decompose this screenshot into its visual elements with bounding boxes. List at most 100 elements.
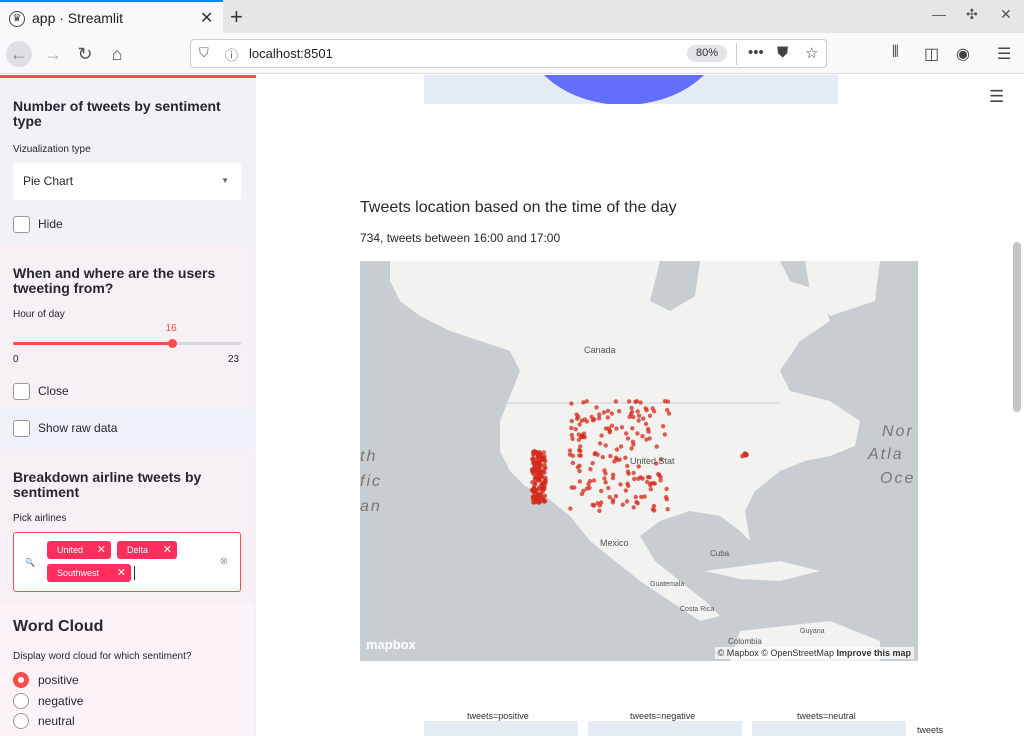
hamburger-menu-icon[interactable]: ☰ — [989, 87, 1004, 107]
legend-title: tweets — [917, 725, 944, 735]
tweet-point — [591, 478, 597, 483]
map-label-guyana: Guyana — [800, 628, 825, 635]
tweet-point — [540, 496, 545, 502]
minimize-icon[interactable]: — — [932, 6, 946, 22]
tweet-point — [573, 427, 578, 432]
library-icon[interactable]: ⫴ — [892, 44, 899, 62]
hour-slider-value: 16 — [165, 323, 177, 334]
attribution-text[interactable]: © Mapbox © OpenStreetMap — [718, 648, 834, 658]
tweet-point — [643, 421, 649, 427]
hide-label: Hide — [38, 217, 63, 231]
tweet-point — [647, 475, 652, 480]
remove-chip-icon[interactable]: ✕ — [163, 541, 172, 559]
sentiment-heading: Number of tweets by sentiment type — [13, 98, 221, 129]
facet-panel-negative — [588, 721, 742, 736]
facet-title-negative: tweets=negative — [630, 711, 696, 721]
facet-title-neutral: tweets=neutral — [797, 711, 856, 721]
navigation-bar: ← → ↻ ⌂ ⛉ ⓘ localhost:8501 80% ••• ⛊ ☆ ⫴… — [0, 33, 1024, 74]
chip-delta[interactable]: Delta ✕ — [117, 541, 177, 559]
zoom-badge[interactable]: 80% — [687, 45, 727, 62]
info-icon[interactable]: ⓘ — [225, 45, 238, 64]
tweet-point — [651, 503, 657, 509]
hide-checkbox[interactable] — [13, 216, 30, 233]
raw-data-checkbox[interactable] — [13, 420, 30, 437]
airline-multiselect[interactable]: 🔍 United ✕ Delta ✕ Southwest ✕ ⊗ — [13, 532, 241, 592]
main-scrollbar[interactable] — [1013, 242, 1021, 412]
improve-map-link[interactable]: Improve this map — [836, 648, 911, 658]
tweet-point — [620, 502, 625, 507]
menu-icon[interactable]: ☰ — [997, 44, 1011, 64]
radio-negative[interactable] — [13, 693, 29, 709]
tweet-point — [616, 409, 622, 414]
hour-slider-thumb[interactable] — [167, 339, 177, 348]
tweet-point — [641, 416, 646, 421]
tweet-point — [658, 478, 663, 483]
clear-all-icon[interactable]: ⊗ — [220, 556, 228, 567]
tweet-point — [660, 424, 666, 429]
tweet-point — [590, 502, 595, 508]
tweet-map[interactable]: Canada Mexico Cuba Guatemala Costa Rica … — [360, 261, 918, 661]
sidebar: Number of tweets by sentiment type Vizua… — [0, 75, 256, 736]
tweet-point — [648, 487, 653, 492]
account-icon[interactable]: ◉ — [956, 44, 970, 64]
restore-icon[interactable]: ✣ — [966, 6, 978, 23]
bookmark-star-icon[interactable]: ☆ — [805, 44, 818, 62]
chip-united[interactable]: United ✕ — [47, 541, 111, 559]
remove-chip-icon[interactable]: ✕ — [97, 541, 106, 559]
tweet-point — [595, 501, 600, 506]
tweet-point — [572, 485, 577, 490]
reload-button[interactable]: ↻ — [72, 41, 98, 67]
tweet-point — [569, 401, 574, 406]
map-label-pacific-2: fic — [360, 473, 382, 490]
forward-button[interactable]: → — [40, 41, 66, 67]
radio-positive[interactable] — [13, 672, 29, 688]
viz-type-select[interactable]: Pie Chart ▼ — [13, 163, 241, 200]
map-canvas: Canada Mexico Cuba Guatemala Costa Rica … — [360, 261, 913, 661]
remove-chip-icon[interactable]: ✕ — [117, 564, 126, 582]
tweet-point — [634, 399, 640, 404]
url-text[interactable]: localhost:8501 — [249, 46, 333, 61]
radio-neutral[interactable] — [13, 713, 29, 729]
pocket-icon[interactable]: ⛊ — [777, 44, 788, 61]
tweet-point — [656, 472, 661, 477]
sidebar-toggle-icon[interactable]: ◫ — [924, 44, 939, 64]
caribbean-islands — [705, 561, 820, 581]
close-checkbox[interactable] — [13, 383, 30, 400]
chip-southwest[interactable]: Southwest ✕ — [47, 564, 131, 582]
shield-icon[interactable]: ⛉ — [199, 45, 209, 61]
tweet-point — [588, 467, 593, 472]
wordcloud-question: Display word cloud for which sentiment? — [13, 651, 192, 662]
tweet-point — [636, 413, 642, 418]
chevron-down-icon: ▼ — [221, 176, 229, 185]
new-tab-icon[interactable]: + — [230, 4, 243, 30]
tweet-point — [640, 476, 645, 481]
close-tab-icon[interactable]: ✕ — [200, 8, 213, 28]
mapbox-logo[interactable]: mapbox — [366, 637, 416, 652]
tweet-point — [636, 418, 641, 423]
facet-title-positive: tweets=positive — [467, 711, 529, 721]
more-actions-icon[interactable]: ••• — [748, 44, 764, 61]
tweet-point — [537, 476, 542, 481]
tweet-point — [626, 399, 632, 404]
tweet-point — [570, 436, 575, 441]
tweet-point — [614, 426, 619, 431]
tweet-point — [541, 480, 546, 486]
window-close-icon[interactable]: ✕ — [1000, 6, 1012, 23]
slider-max-label: 23 — [228, 354, 240, 365]
radio-neutral-label: neutral — [38, 714, 75, 728]
browser-tab[interactable]: ♛ app · Streamlit ✕ — [0, 0, 223, 33]
map-label-guatemala: Guatemala — [650, 581, 684, 588]
tweet-point — [605, 415, 610, 420]
tweet-point — [662, 432, 668, 437]
url-bar[interactable]: ⛉ ⓘ localhost:8501 80% ••• ⛊ ☆ — [190, 39, 827, 68]
tweet-point — [575, 465, 580, 470]
radio-negative-label: negative — [38, 694, 84, 708]
tweet-point — [581, 400, 586, 405]
tweet-point — [603, 480, 608, 485]
map-label-cuba: Cuba — [710, 549, 730, 558]
tweet-point — [577, 453, 582, 458]
home-button[interactable]: ⌂ — [104, 41, 130, 67]
map-label-costa-rica: Costa Rica — [680, 606, 714, 613]
map-label-united-states: United Stat — [630, 456, 675, 466]
back-button[interactable]: ← — [6, 41, 32, 67]
